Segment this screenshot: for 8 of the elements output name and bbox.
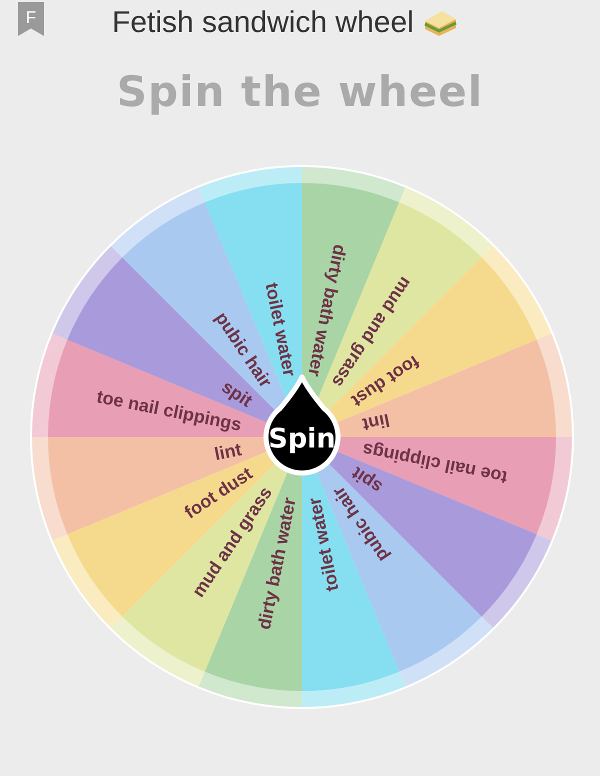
sandwich-icon (422, 8, 458, 38)
segment-label: lint (360, 410, 392, 435)
wheel-heading: Spin the wheel (116, 66, 484, 118)
page-title: Fetish sandwich wheel (112, 5, 414, 41)
segment-label: spit (218, 376, 256, 411)
segment-label: lint (212, 439, 244, 464)
bookmark-badge: F (18, 2, 44, 36)
segment-label: spit (348, 463, 386, 498)
